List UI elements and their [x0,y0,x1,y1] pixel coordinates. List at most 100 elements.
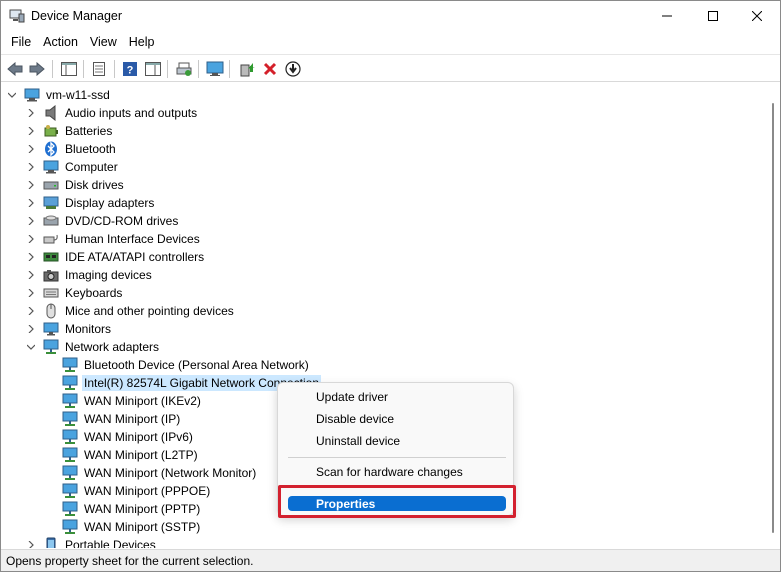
toolbar-separator [114,60,115,78]
tree-item-bluetooth-device-personal-area-network[interactable]: Bluetooth Device (Personal Area Network) [44,356,311,374]
maximize-icon [708,10,718,24]
tree-item-wan-miniport-sstp[interactable]: WAN Miniport (SSTP) [44,518,202,536]
disk-icon [43,177,59,193]
expand-chevron-icon[interactable] [25,536,37,548]
tree-item-label: WAN Miniport (IPv6) [84,430,193,444]
context-scan-hardware[interactable]: Scan for hardware changes [316,465,463,479]
update-driver-icon[interactable] [237,59,257,79]
tree-item-dvd-cd-rom-drives[interactable]: DVD/CD-ROM drives [25,212,180,230]
print-icon[interactable] [174,59,194,79]
tree-item-wan-miniport-ipv6[interactable]: WAN Miniport (IPv6) [44,428,195,446]
context-disable-device[interactable]: Disable device [316,412,394,426]
speaker-icon [43,105,59,121]
display-icon [43,195,59,211]
tree-item-human-interface-devices[interactable]: Human Interface Devices [25,230,202,248]
network-adapter-icon [62,519,78,535]
expand-chevron-icon[interactable] [25,302,37,320]
tree-item-batteries[interactable]: Batteries [25,122,114,140]
tree-item-monitors[interactable]: Monitors [25,320,113,338]
toolbar-separator [52,60,53,78]
tree-item-label: Bluetooth [65,142,116,156]
tree-item-label: vm-w11-ssd [46,88,110,102]
tree-item-wan-miniport-pptp[interactable]: WAN Miniport (PPTP) [44,500,202,518]
vertical-scrollbar[interactable] [766,83,780,548]
expand-chevron-icon[interactable] [25,176,37,194]
minimize-button[interactable] [644,1,690,32]
tree-item-audio-inputs-and-outputs[interactable]: Audio inputs and outputs [25,104,199,122]
tree-item-imaging-devices[interactable]: Imaging devices [25,266,154,284]
portable-device-icon [43,537,59,548]
tree-item-network-adapters[interactable]: Network adapters [25,338,161,356]
expand-chevron-icon[interactable] [25,122,37,140]
tree-item-label: Mice and other pointing devices [65,304,234,318]
expand-chevron-icon[interactable] [25,266,37,284]
expand-chevron-icon[interactable] [25,104,37,122]
tree-item-mice-and-other-pointing-devices[interactable]: Mice and other pointing devices [25,302,236,320]
expand-chevron-icon[interactable] [25,212,37,230]
tree-item-bluetooth[interactable]: Bluetooth [25,140,118,158]
context-update-driver[interactable]: Update driver [316,390,388,404]
tree-item-ide-ata-atapi-controllers[interactable]: IDE ATA/ATAPI controllers [25,248,206,266]
toolbar-separator [83,60,84,78]
tree-item-label: Computer [65,160,118,174]
title-bar[interactable]: Device Manager [1,1,780,32]
annotation-highlight-box [278,485,516,518]
tree-item-wan-miniport-network-monitor[interactable]: WAN Miniport (Network Monitor) [44,464,258,482]
expand-chevron-icon[interactable] [25,284,37,302]
expand-chevron-icon[interactable] [25,230,37,248]
tree-item-label: WAN Miniport (IP) [84,412,181,426]
tree-item-portable-devices[interactable]: Portable Devices [25,536,158,548]
maximize-button[interactable] [690,1,736,32]
ide-icon [43,249,59,265]
properties-icon[interactable] [89,59,109,79]
tree-item-keyboards[interactable]: Keyboards [25,284,124,302]
show-hide-console-tree-icon[interactable] [59,59,79,79]
action-pane-icon[interactable] [143,59,163,79]
expand-chevron-icon[interactable] [25,158,37,176]
expand-chevron-icon[interactable] [25,320,37,338]
tree-item-wan-miniport-ikev2[interactable]: WAN Miniport (IKEv2) [44,392,203,410]
tree-item-label: WAN Miniport (Network Monitor) [84,466,257,480]
tree-item-computer[interactable]: Computer [25,158,120,176]
menu-file[interactable]: File [5,32,37,54]
menu-help[interactable]: Help [123,32,161,54]
tree-item-label: WAN Miniport (PPPOE) [84,484,211,498]
tree-item-vm-w11-ssd[interactable]: vm-w11-ssd [6,86,112,104]
network-adapter-icon [62,375,78,391]
network-adapter-icon [62,483,78,499]
disable-device-icon[interactable] [283,59,303,79]
tree-item-disk-drives[interactable]: Disk drives [25,176,126,194]
monitor-icon [43,321,59,337]
back-icon[interactable] [5,59,25,79]
collapse-chevron-icon[interactable] [6,86,18,104]
computer-icon [24,87,40,103]
tree-item-label: Keyboards [65,286,123,300]
expand-chevron-icon[interactable] [25,248,37,266]
tree-item-wan-miniport-pppoe[interactable]: WAN Miniport (PPPOE) [44,482,212,500]
context-uninstall-device[interactable]: Uninstall device [316,434,400,448]
expand-chevron-icon[interactable] [25,140,37,158]
network-adapter-icon [62,429,78,445]
minimize-icon [662,10,672,24]
display-computer-icon[interactable] [205,59,225,79]
tree-item-label: Network adapters [65,340,160,354]
tree-item-label: IDE ATA/ATAPI controllers [65,250,205,264]
close-button[interactable] [734,1,780,32]
menu-view[interactable]: View [84,32,123,54]
expand-chevron-icon[interactable] [25,194,37,212]
help-icon[interactable]: ? [120,59,140,79]
tree-item-label: WAN Miniport (L2TP) [84,448,198,462]
tree-item-wan-miniport-l2tp[interactable]: WAN Miniport (L2TP) [44,446,200,464]
menu-action[interactable]: Action [37,32,84,54]
tree-item-display-adapters[interactable]: Display adapters [25,194,156,212]
tree-item-label: Portable Devices [65,538,156,548]
toolbar-separator [229,60,230,78]
tree-item-label: DVD/CD-ROM drives [65,214,179,228]
collapse-chevron-icon[interactable] [25,338,37,356]
uninstall-icon[interactable] [260,59,280,79]
tree-item-wan-miniport-ip[interactable]: WAN Miniport (IP) [44,410,182,428]
scrollbar-thumb[interactable] [772,103,774,533]
forward-icon[interactable] [27,59,47,79]
